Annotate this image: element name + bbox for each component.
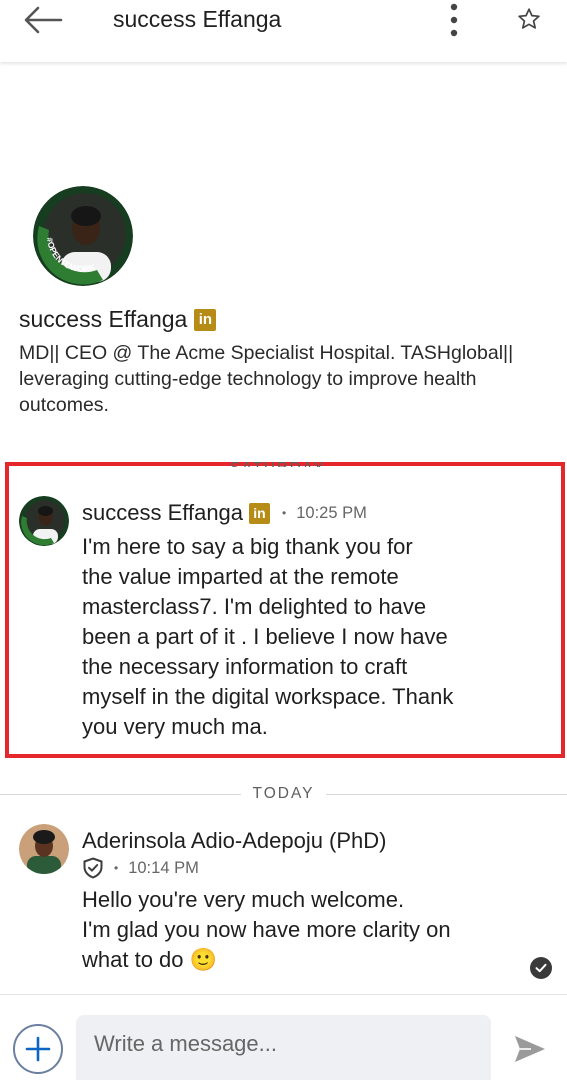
message-meta: • 10:14 PM	[82, 857, 199, 879]
add-attachment-button[interactable]	[13, 1024, 63, 1074]
linkedin-premium-badge: in	[194, 308, 217, 331]
message-time: 10:25 PM	[296, 503, 367, 522]
separator-dot: •	[114, 861, 119, 875]
sender-name[interactable]: Aderinsola Adio-Adepoju (PhD)	[82, 828, 387, 854]
star-outline-icon	[518, 8, 540, 29]
sender-name[interactable]: success Effanga	[82, 500, 243, 526]
arrow-left-icon	[24, 6, 63, 34]
divider-line	[326, 793, 567, 795]
back-button[interactable]	[22, 4, 64, 36]
plus-icon	[25, 1036, 51, 1062]
shield-check-icon	[83, 857, 103, 879]
linkedin-premium-badge: in	[249, 502, 271, 524]
read-receipt-icon	[530, 957, 552, 979]
more-options-button[interactable]	[440, 0, 468, 40]
message-input[interactable]	[76, 1015, 491, 1080]
message-text: I'm here to say a big thank you for the …	[82, 534, 454, 739]
day-divider-today: TODAY	[0, 784, 567, 804]
message-header: success Effanga in • 10:25 PM	[82, 500, 367, 526]
sender-avatar[interactable]	[19, 824, 69, 874]
more-vertical-icon	[450, 3, 458, 37]
day-divider-saturday: SATURDAY	[230, 453, 325, 467]
conversation-header: success Effanga	[0, 0, 567, 62]
sender-avatar[interactable]	[19, 496, 69, 546]
message-header: Aderinsola Adio-Adepoju (PhD)	[82, 828, 387, 854]
star-button[interactable]	[512, 2, 546, 36]
send-icon	[515, 1036, 545, 1062]
profile-name-row: success Effanga in	[19, 306, 217, 333]
profile-avatar[interactable]: #OPENTOWORK	[33, 186, 133, 286]
send-button[interactable]	[510, 1033, 550, 1065]
page-title[interactable]: success Effanga	[113, 6, 281, 33]
divider-line	[0, 793, 241, 795]
separator-dot: •	[282, 506, 287, 520]
day-label: TODAY	[252, 785, 315, 802]
profile-headline: MD|| CEO @ The Acme Specialist Hospital.…	[19, 342, 514, 416]
message-composer	[0, 994, 567, 1080]
message-time: 10:14 PM	[128, 858, 199, 877]
message-text: Hello you're very much welcome. I'm glad…	[82, 887, 451, 972]
profile-name[interactable]: success Effanga	[19, 306, 187, 333]
